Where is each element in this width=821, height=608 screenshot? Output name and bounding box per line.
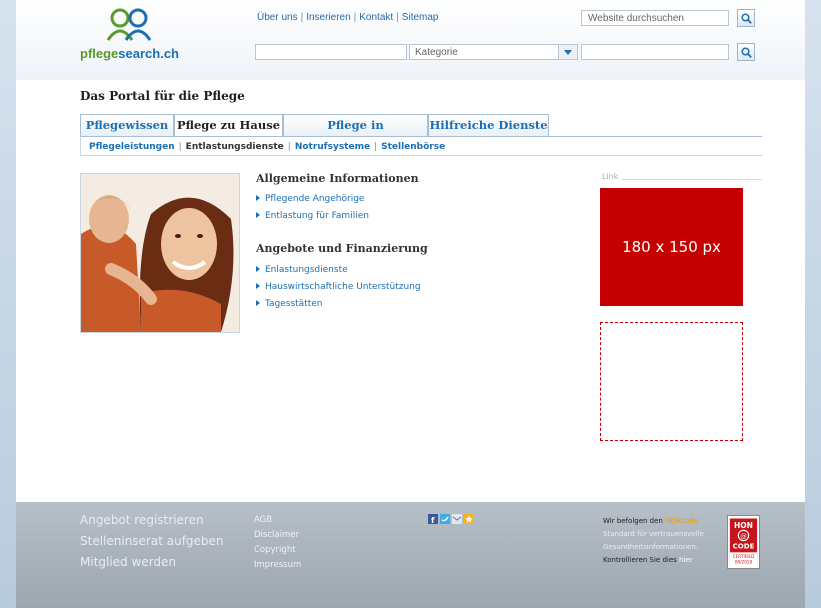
- mother-child-photo: [80, 173, 240, 333]
- tab-pflegewissen[interactable]: Pflegewissen: [80, 114, 174, 136]
- hon-text-line-3: Gesundheitsinformationen.: [603, 543, 698, 551]
- footer-link-disclaimer[interactable]: Disclaimer: [254, 530, 299, 540]
- tab-pflege-in-institutionen[interactable]: Pflege in Institutionen: [283, 114, 428, 153]
- hon-text: Wir befolgen den: [603, 517, 666, 525]
- tab-hilfreiche-dienste[interactable]: Hilfreiche Dienste: [428, 114, 549, 136]
- footer-link-copyright[interactable]: Copyright: [254, 545, 296, 555]
- top-link-sitemap[interactable]: Sitemap: [402, 12, 439, 23]
- link-label: Pflegende Angehörige: [265, 194, 365, 204]
- hon-text: Gesundheitsinformationen: [603, 543, 696, 551]
- link-label: Enlastungsdienste: [265, 265, 348, 275]
- site-search-button[interactable]: [737, 9, 755, 27]
- top-link-kontakt[interactable]: Kontakt: [359, 12, 393, 23]
- logo-part2: search: [118, 46, 161, 61]
- separator: |: [300, 12, 304, 23]
- hon-text-line-4: Kontrollieren Sie dies hier: [603, 556, 693, 564]
- link-tagesstaetten[interactable]: Tagesstätten: [256, 299, 323, 309]
- subnav-entlastungsdienste[interactable]: Entlastungsdienste: [186, 142, 284, 152]
- hon-verify-link[interactable]: hier: [679, 556, 693, 564]
- footer-link-angebot-registrieren[interactable]: Angebot registrieren: [80, 513, 204, 527]
- hon-text: Kontrollieren Sie dies: [603, 556, 680, 564]
- section-heading-allgemeine-informationen: Allgemeine Informationen: [256, 172, 419, 185]
- location-input[interactable]: [581, 44, 729, 60]
- link-enlastungsdienste[interactable]: Enlastungsdienste: [256, 265, 348, 275]
- search-icon: [741, 13, 752, 24]
- separator: |: [178, 142, 182, 152]
- page: pflegesearch.ch Über uns | Inserieren | Kont…: [16, 0, 805, 608]
- page-title: Das Portal für die Pflege: [80, 89, 245, 103]
- footer-link-mitglied-werden[interactable]: Mitglied werden: [80, 555, 176, 569]
- top-link-ueber-uns[interactable]: Über uns: [257, 12, 298, 23]
- separator: |: [287, 142, 291, 152]
- hon-text-line-1: Wir befolgen den HONcode: [603, 517, 698, 525]
- footer-link-stelleninserat-aufgeben[interactable]: Stelleninserat aufgeben: [80, 534, 224, 548]
- subnav: Pflegeleistungen | Entlastungsdienste | Notr…: [89, 142, 445, 152]
- separator: |: [396, 12, 399, 23]
- hon-text-period: .: [695, 543, 699, 551]
- logo-part1: pflege: [80, 46, 119, 61]
- logo-wordmark[interactable]: pflegesearch.ch: [80, 46, 179, 61]
- hon-text-line-2: Standard für vertrauensvolle: [603, 530, 704, 538]
- subnav-pflegeleistungen[interactable]: Pflegeleistungen: [89, 142, 175, 152]
- link-label: Hauswirtschaftliche Unterstützung: [265, 282, 421, 292]
- separator: |: [353, 12, 357, 23]
- background-right: [805, 0, 821, 608]
- subnav-stellenboerse[interactable]: Stellenbörse: [381, 142, 445, 152]
- facebook-icon[interactable]: f: [428, 514, 438, 524]
- link-entlastung-fuer-familien[interactable]: Entlastung für Familien: [256, 211, 369, 221]
- ad-banner[interactable]: 180 x 150 px: [600, 188, 743, 306]
- tab-pflege-zu-hause[interactable]: Pflege zu Hause: [174, 114, 283, 137]
- background-left: [0, 0, 16, 608]
- hon-badge-line2: CODE: [733, 542, 755, 551]
- hon-badge-line4: 08/2010: [735, 560, 753, 565]
- category-search-button[interactable]: [737, 43, 755, 61]
- hon-code-badge[interactable]: HON @ CODE CERTIFIED 08/2010: [727, 515, 760, 569]
- honcode-link[interactable]: HONcode: [665, 517, 698, 525]
- arrow-bullet-icon: [256, 283, 260, 289]
- keyword-input[interactable]: [255, 44, 407, 60]
- arrow-bullet-icon: [256, 300, 260, 306]
- hon-badge-line3: CERTIFIED: [733, 554, 755, 559]
- svg-text:f: f: [431, 516, 435, 524]
- email-icon[interactable]: [452, 514, 462, 524]
- footer-link-agb[interactable]: AGB: [254, 515, 272, 525]
- hon-badge-line1: HON: [734, 521, 753, 530]
- subnav-notrufsysteme[interactable]: Notrufsysteme: [295, 142, 370, 152]
- twitter-icon[interactable]: [440, 514, 450, 524]
- separator: |: [374, 142, 378, 152]
- link-hauswirtschaftliche-unterstuetzung[interactable]: Hauswirtschaftliche Unterstützung: [256, 282, 421, 292]
- top-nav: Über uns | Inserieren | Kontakt | Sitemap: [257, 12, 438, 23]
- link-label: Entlastung für Familien: [265, 211, 369, 221]
- link-label: Tagesstätten: [265, 299, 323, 309]
- category-select[interactable]: Kategorie: [409, 44, 578, 60]
- site-search-input[interactable]: Website durchsuchen: [581, 10, 729, 26]
- sidebar-caption: Link: [602, 172, 619, 181]
- search-icon: [741, 47, 752, 58]
- bookmark-star-icon[interactable]: [464, 514, 474, 524]
- category-select-value: Kategorie: [415, 47, 458, 58]
- footer-link-impressum[interactable]: Impressum: [254, 560, 301, 570]
- arrow-bullet-icon: [256, 266, 260, 272]
- logo-tld: .ch: [160, 46, 180, 61]
- link-pflegende-angehoerige[interactable]: Pflegende Angehörige: [256, 194, 364, 204]
- svg-text:@: @: [740, 532, 747, 540]
- ad-placeholder: [600, 322, 743, 441]
- section-heading-angebote-und-finanzierung: Angebote und Finanzierung: [256, 242, 428, 255]
- arrow-bullet-icon: [256, 195, 260, 201]
- top-link-inserieren[interactable]: Inserieren: [306, 12, 350, 23]
- sidebar-rule: [622, 179, 762, 180]
- dropdown-arrow-icon: [558, 45, 577, 59]
- arrow-bullet-icon: [256, 212, 260, 218]
